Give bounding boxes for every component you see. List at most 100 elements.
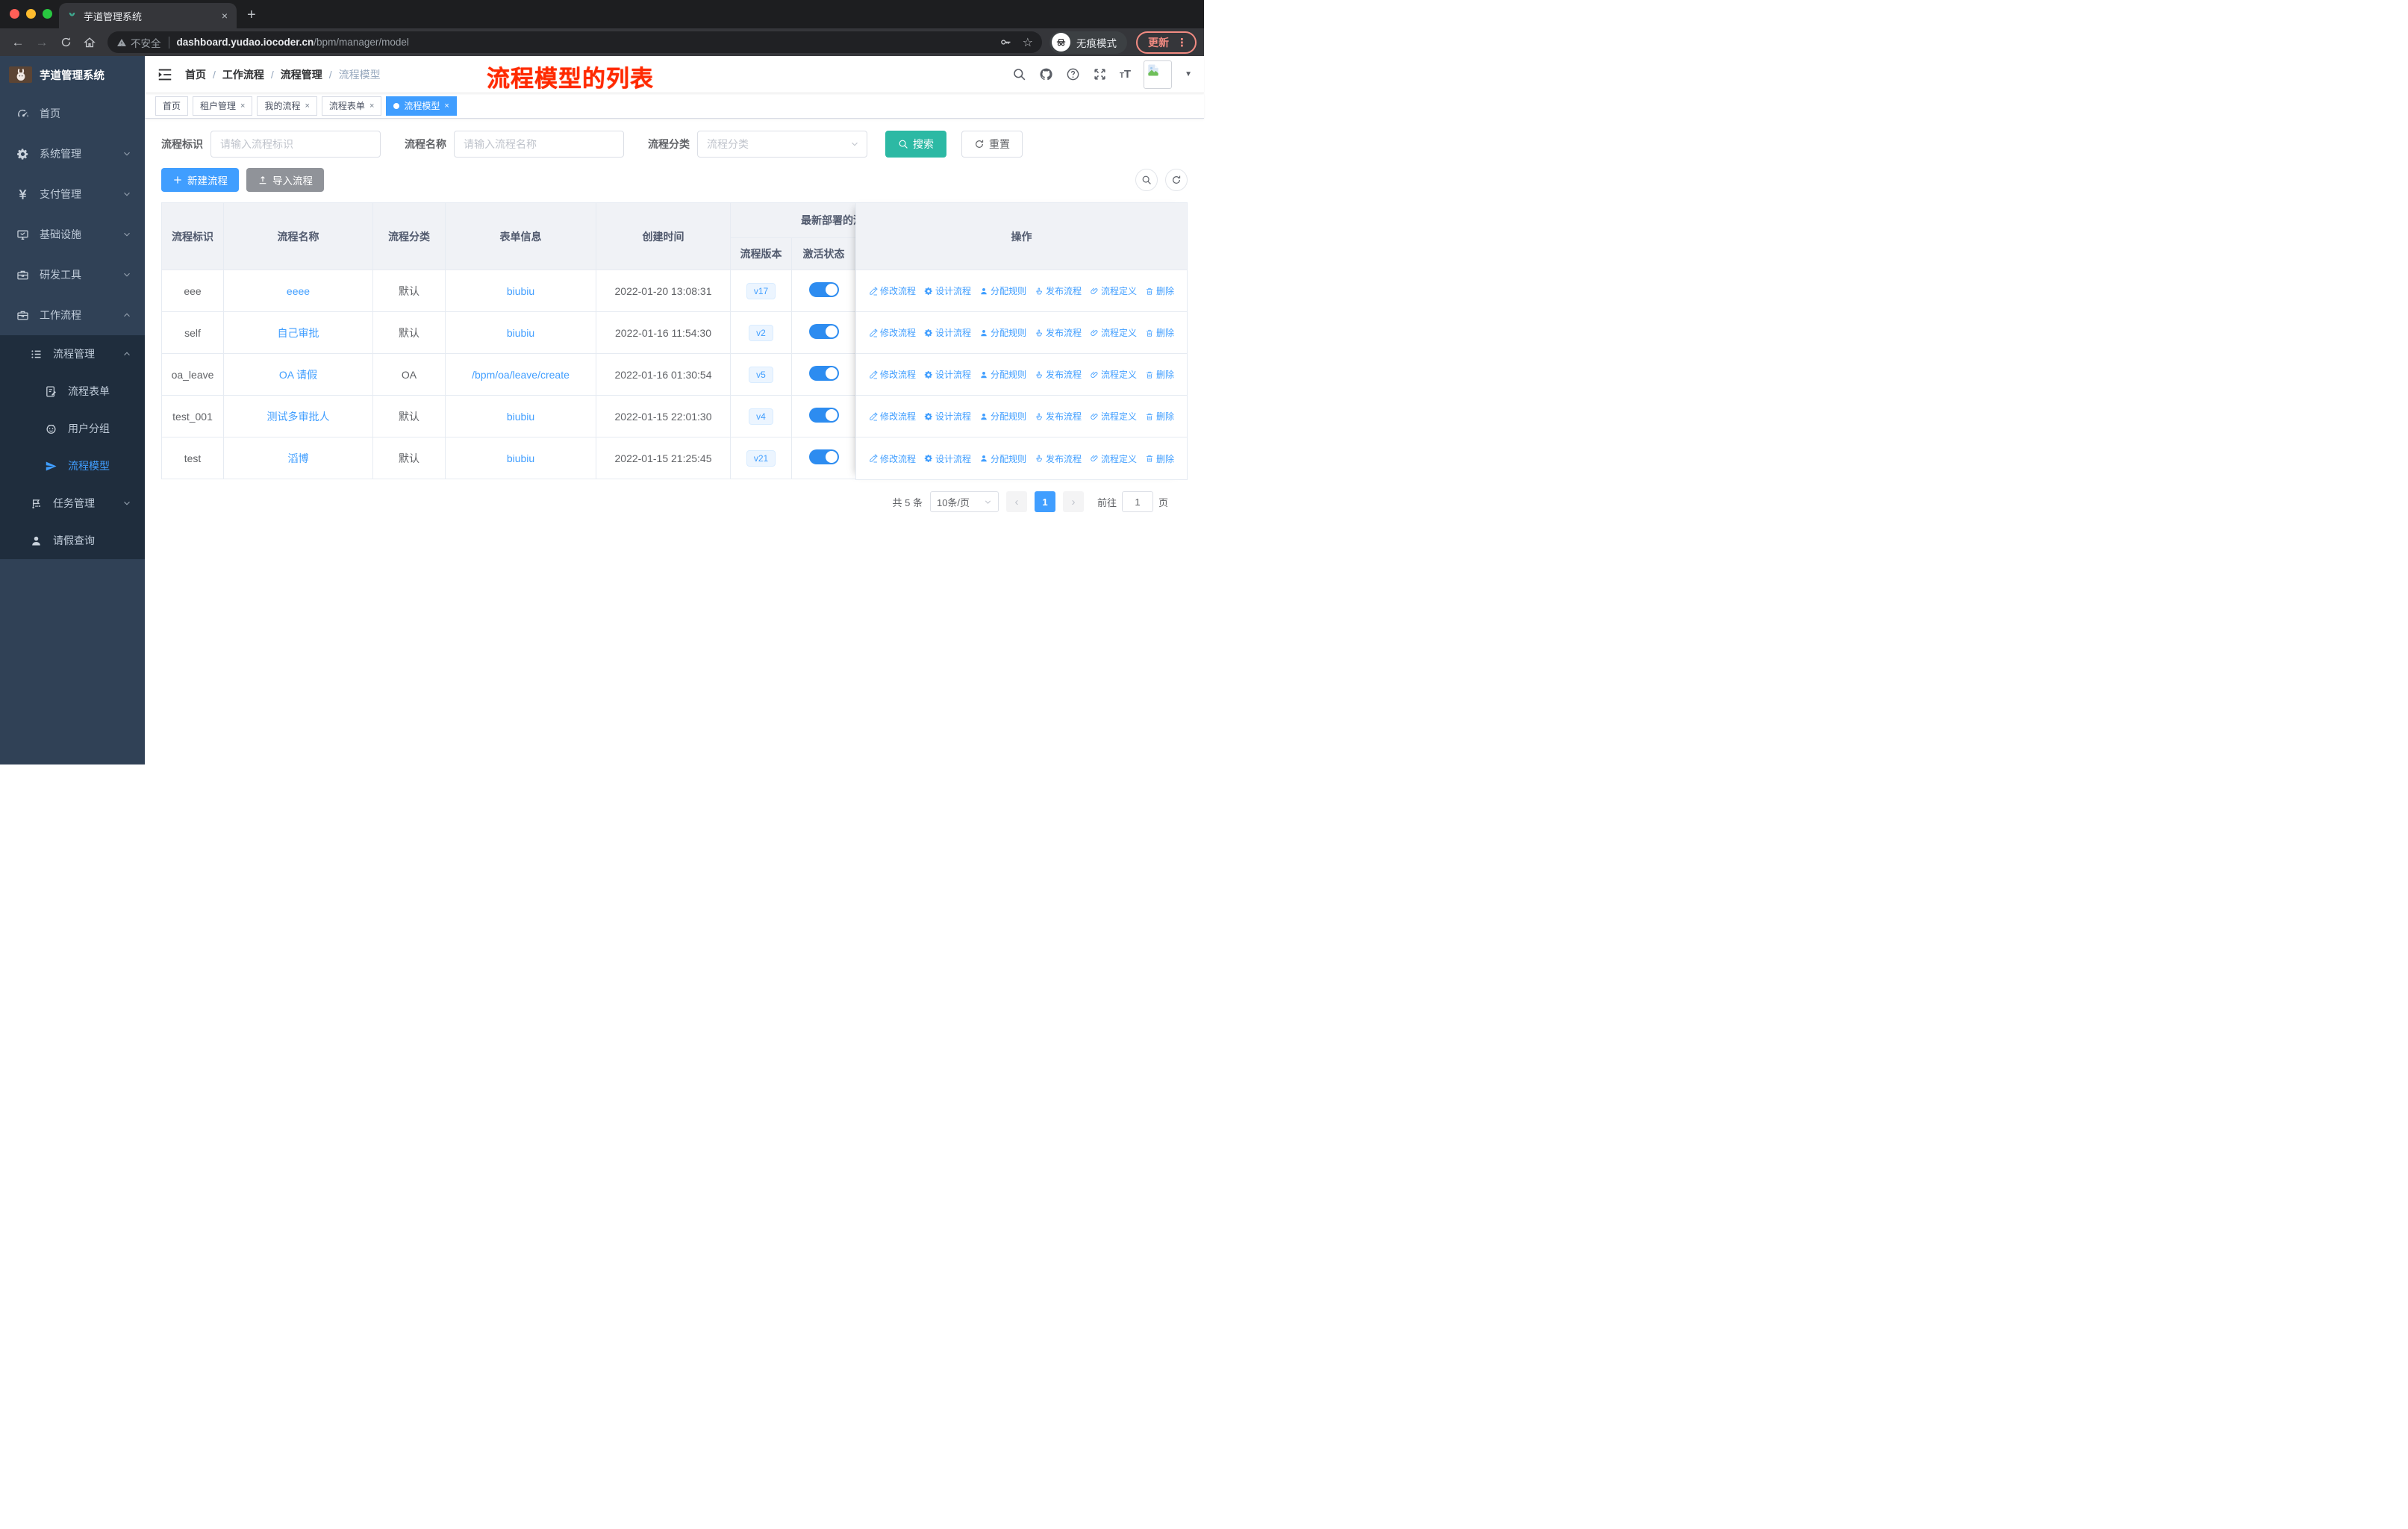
fullscreen-icon[interactable] bbox=[1093, 67, 1107, 81]
import-process-button[interactable]: 导入流程 bbox=[246, 168, 324, 192]
sidebar-item-基础设施[interactable]: 基础设施 bbox=[0, 214, 145, 255]
action-修改流程[interactable]: 修改流程 bbox=[869, 452, 916, 465]
action-分配规则[interactable]: 分配规则 bbox=[979, 410, 1026, 423]
action-分配规则[interactable]: 分配规则 bbox=[979, 284, 1026, 297]
home-button[interactable] bbox=[79, 32, 100, 53]
browser-tab[interactable]: 芋道管理系统 × bbox=[59, 3, 237, 28]
action-发布流程[interactable]: 发布流程 bbox=[1035, 410, 1082, 423]
version-badge[interactable]: v5 bbox=[749, 366, 773, 383]
version-badge[interactable]: v4 bbox=[749, 408, 773, 425]
create-process-button[interactable]: 新建流程 bbox=[161, 168, 239, 192]
action-删除[interactable]: 删除 bbox=[1145, 284, 1174, 297]
refresh-list-button[interactable] bbox=[1165, 169, 1188, 191]
cell-process-name-link[interactable]: 测试多审批人 bbox=[267, 411, 330, 423]
action-删除[interactable]: 删除 bbox=[1145, 410, 1174, 423]
action-删除[interactable]: 删除 bbox=[1145, 368, 1174, 381]
action-流程定义[interactable]: 流程定义 bbox=[1090, 410, 1137, 423]
close-window-button[interactable] bbox=[10, 9, 19, 19]
tag-close-icon[interactable]: × bbox=[240, 102, 245, 110]
github-icon[interactable] bbox=[1039, 67, 1053, 81]
active-status-toggle[interactable] bbox=[808, 282, 839, 297]
cell-process-name-link[interactable]: OA 请假 bbox=[279, 369, 317, 381]
sidebar-item-任务管理[interactable]: 任务管理 bbox=[0, 485, 145, 522]
sidebar-item-用户分组[interactable]: 用户分组 bbox=[0, 410, 145, 447]
reset-button[interactable]: 重置 bbox=[961, 131, 1023, 158]
back-button[interactable]: ← bbox=[7, 32, 28, 53]
action-发布流程[interactable]: 发布流程 bbox=[1035, 452, 1082, 465]
action-修改流程[interactable]: 修改流程 bbox=[869, 410, 916, 423]
browser-update-button[interactable]: 更新 ⋮ bbox=[1136, 31, 1197, 54]
forward-button[interactable]: → bbox=[31, 32, 52, 53]
reload-button[interactable] bbox=[55, 32, 76, 53]
search-button[interactable]: 搜索 bbox=[885, 131, 946, 158]
version-badge[interactable]: v21 bbox=[746, 449, 776, 467]
cell-form-link[interactable]: biubiu bbox=[507, 452, 534, 464]
active-status-toggle[interactable] bbox=[808, 408, 839, 423]
tag-close-icon[interactable]: × bbox=[305, 102, 309, 110]
sidebar-item-系统管理[interactable]: 系统管理 bbox=[0, 134, 145, 174]
action-设计流程[interactable]: 设计流程 bbox=[924, 284, 971, 297]
action-发布流程[interactable]: 发布流程 bbox=[1035, 368, 1082, 381]
sidebar-item-流程管理[interactable]: 流程管理 bbox=[0, 335, 145, 373]
tag-close-icon[interactable]: × bbox=[444, 102, 449, 110]
action-删除[interactable]: 删除 bbox=[1145, 452, 1174, 465]
action-修改流程[interactable]: 修改流程 bbox=[869, 326, 916, 339]
action-修改流程[interactable]: 修改流程 bbox=[869, 368, 916, 381]
action-流程定义[interactable]: 流程定义 bbox=[1090, 452, 1137, 465]
action-删除[interactable]: 删除 bbox=[1145, 326, 1174, 339]
user-avatar[interactable] bbox=[1144, 60, 1173, 89]
view-tag-流程模型[interactable]: 流程模型 × bbox=[386, 96, 457, 116]
sidebar-item-流程模型[interactable]: 流程模型 bbox=[0, 447, 145, 485]
sidebar-item-研发工具[interactable]: 研发工具 bbox=[0, 255, 145, 295]
active-status-toggle[interactable] bbox=[808, 449, 839, 464]
sidebar-item-首页[interactable]: 首页 bbox=[0, 93, 145, 134]
sidebar-item-工作流程[interactable]: 工作流程 bbox=[0, 295, 145, 335]
cell-form-link[interactable]: biubiu bbox=[507, 327, 534, 339]
action-修改流程[interactable]: 修改流程 bbox=[869, 284, 916, 297]
view-tag-首页[interactable]: 首页 bbox=[155, 96, 189, 116]
action-设计流程[interactable]: 设计流程 bbox=[924, 410, 971, 423]
active-status-toggle[interactable] bbox=[808, 324, 839, 339]
action-流程定义[interactable]: 流程定义 bbox=[1090, 284, 1137, 297]
header-search-icon[interactable] bbox=[1012, 67, 1026, 81]
process-category-select[interactable]: 流程分类 bbox=[697, 131, 867, 158]
maximize-window-button[interactable] bbox=[43, 9, 52, 19]
sidebar-logo[interactable]: 芋道管理系统 bbox=[0, 56, 145, 93]
bookmark-star-icon[interactable]: ☆ bbox=[1023, 35, 1033, 50]
goto-page-input[interactable] bbox=[1121, 491, 1153, 512]
new-tab-button[interactable]: + bbox=[247, 7, 256, 24]
action-流程定义[interactable]: 流程定义 bbox=[1090, 368, 1137, 381]
breadcrumb-item[interactable]: 流程管理 bbox=[281, 67, 322, 82]
action-分配规则[interactable]: 分配规则 bbox=[979, 326, 1026, 339]
breadcrumb-item[interactable]: 首页 bbox=[185, 67, 206, 82]
page-number-1[interactable]: 1 bbox=[1034, 491, 1055, 512]
tag-close-icon[interactable]: × bbox=[369, 102, 374, 110]
sidebar-item-流程表单[interactable]: 流程表单 bbox=[0, 373, 145, 410]
cell-form-link[interactable]: /bpm/oa/leave/create bbox=[472, 369, 570, 381]
action-分配规则[interactable]: 分配规则 bbox=[979, 452, 1026, 465]
active-status-toggle[interactable] bbox=[808, 366, 839, 381]
prev-page-button[interactable]: ‹ bbox=[1005, 491, 1027, 512]
process-name-input[interactable] bbox=[454, 131, 624, 158]
cell-form-link[interactable]: biubiu bbox=[507, 285, 534, 297]
tab-close-icon[interactable]: × bbox=[220, 10, 229, 22]
view-tag-我的流程[interactable]: 我的流程 × bbox=[257, 96, 317, 116]
toggle-search-button[interactable] bbox=[1135, 169, 1158, 191]
action-发布流程[interactable]: 发布流程 bbox=[1035, 284, 1082, 297]
sidebar-collapse-icon[interactable] bbox=[157, 66, 173, 83]
help-icon[interactable] bbox=[1066, 67, 1080, 81]
browser-menu-icon[interactable]: ⋮ bbox=[1176, 36, 1188, 49]
next-page-button[interactable]: › bbox=[1062, 491, 1084, 512]
font-size-icon[interactable]: TT bbox=[1120, 68, 1131, 81]
breadcrumb-item[interactable]: 工作流程 bbox=[222, 67, 264, 82]
action-分配规则[interactable]: 分配规则 bbox=[979, 368, 1026, 381]
cell-process-name-link[interactable]: 自己审批 bbox=[278, 327, 319, 339]
minimize-window-button[interactable] bbox=[26, 9, 36, 19]
cell-process-name-link[interactable]: eeee bbox=[287, 285, 310, 297]
sidebar-item-支付管理[interactable]: 支付管理 bbox=[0, 174, 145, 214]
process-key-input[interactable] bbox=[210, 131, 381, 158]
action-发布流程[interactable]: 发布流程 bbox=[1035, 326, 1082, 339]
action-流程定义[interactable]: 流程定义 bbox=[1090, 326, 1137, 339]
view-tag-租户管理[interactable]: 租户管理 × bbox=[193, 96, 253, 116]
password-key-icon[interactable] bbox=[999, 36, 1012, 49]
